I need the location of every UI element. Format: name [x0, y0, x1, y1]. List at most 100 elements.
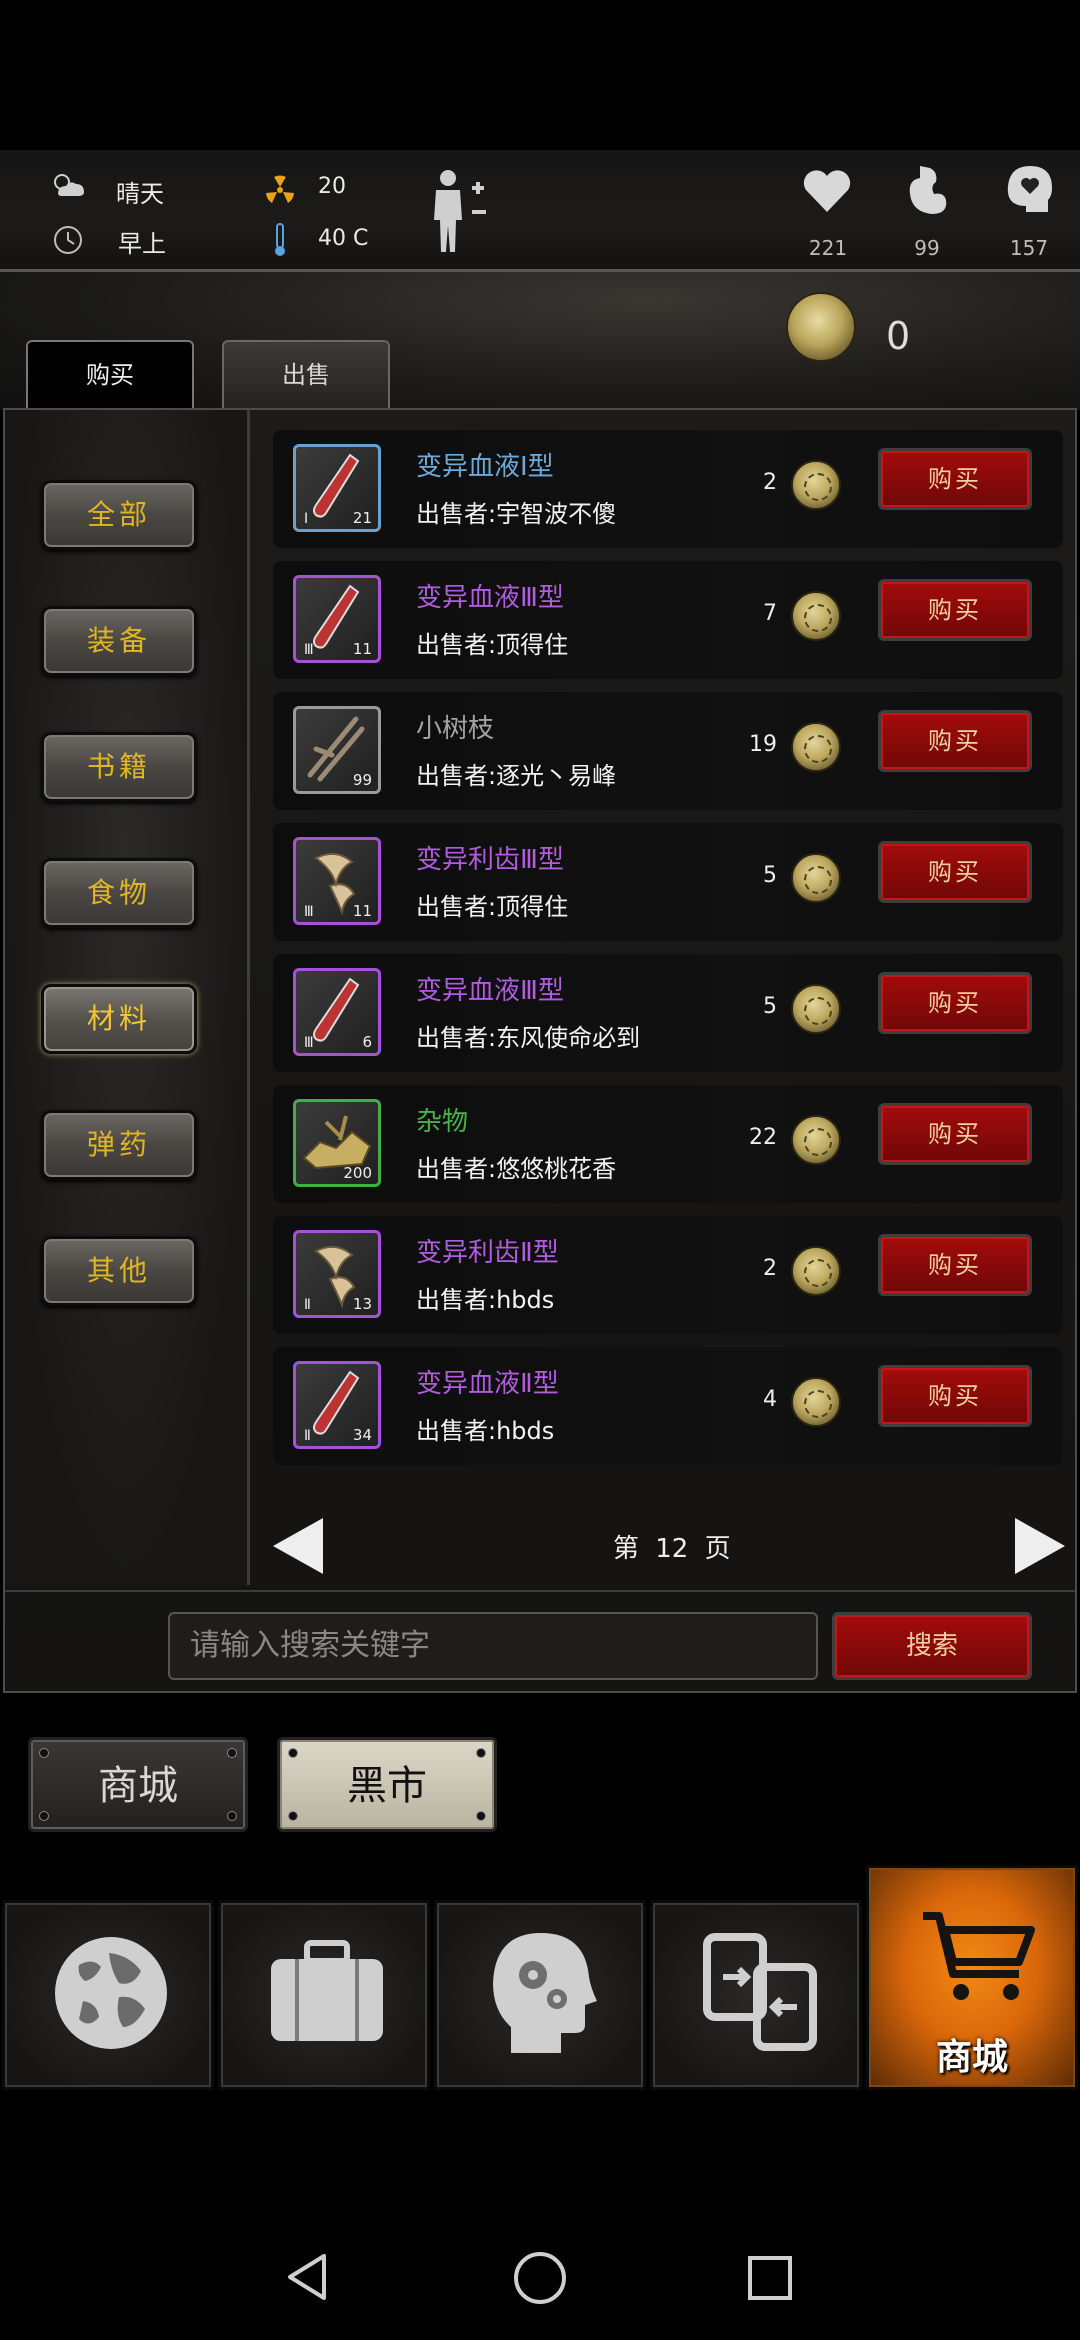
item-seller: 出售者:hbds — [416, 1286, 555, 1314]
item-thumbnail: Ⅲ 6 — [293, 968, 381, 1056]
item-price: 2 — [763, 1256, 777, 1281]
item-seller: 出售者:宇智波不傻 — [416, 500, 617, 528]
item-quantity: 21 — [352, 509, 372, 527]
pagination: 第 12 页 — [273, 1508, 1065, 1578]
buy-button[interactable]: 购买 — [878, 1234, 1032, 1296]
black-market-label: 黑市 — [347, 1763, 427, 1809]
nav-world-map[interactable] — [2, 1900, 214, 2090]
globe-icon — [55, 1937, 167, 2049]
nav-shop[interactable]: 商城 — [866, 1865, 1078, 2090]
item-seller: 出售者:hbds — [416, 1417, 555, 1445]
search-button[interactable]: 搜索 — [832, 1612, 1032, 1680]
tab-sell[interactable]: 出售 — [222, 340, 390, 410]
bottle-cap-coin-icon — [791, 722, 841, 772]
item-quantity: 13 — [352, 1295, 372, 1313]
item-quantity: 200 — [343, 1164, 372, 1182]
item-thumbnail: Ⅲ 11 — [293, 837, 381, 925]
search-input[interactable]: 请输入搜索关键字 — [168, 1612, 818, 1680]
item-tier: Ⅰ — [304, 511, 309, 527]
category-other[interactable]: 其他 — [41, 1236, 197, 1306]
item-tier: Ⅱ — [304, 1297, 311, 1313]
item-name: 变异血液Ⅲ型 — [416, 976, 564, 1006]
buy-button[interactable]: 购买 — [878, 579, 1032, 641]
thermometer-icon — [275, 223, 285, 256]
partly-sunny-icon — [54, 174, 84, 196]
item-name: 变异血液Ⅱ型 — [416, 1369, 559, 1399]
item-price: 4 — [763, 1387, 777, 1412]
recents-icon[interactable] — [746, 2254, 794, 2302]
system-navigation — [0, 2200, 1080, 2340]
black-market-button[interactable]: 黑市 — [277, 1737, 497, 1832]
clock-icon — [54, 226, 82, 254]
buy-button[interactable]: 购买 — [878, 448, 1032, 510]
item-name: 小树枝 — [416, 714, 495, 744]
category-materials[interactable]: 材料 — [41, 984, 197, 1054]
head-heart-icon — [1007, 166, 1052, 212]
item-quantity: 99 — [352, 771, 372, 789]
buy-button[interactable]: 购买 — [878, 710, 1032, 772]
body-status-icon[interactable] — [428, 168, 498, 254]
buy-button[interactable]: 购买 — [878, 1103, 1032, 1165]
list-item[interactable]: 200 杂物 出售者:悠悠桃花香 22 购买 — [273, 1085, 1063, 1203]
health-value: 221 — [808, 236, 848, 260]
bottom-navigation: 商城 — [0, 1865, 1080, 2090]
back-icon[interactable] — [284, 2252, 328, 2302]
home-icon[interactable] — [512, 2250, 568, 2306]
page-indicator: 第 12 页 — [613, 1534, 731, 1564]
nav-inventory[interactable] — [218, 1900, 430, 2090]
head-gears-icon — [493, 1933, 597, 2053]
list-item[interactable]: Ⅲ 6 变异血液Ⅲ型 出售者:东风使命必到 5 购买 — [273, 954, 1063, 1072]
category-books[interactable]: 书籍 — [41, 732, 197, 802]
bottle-cap-coin-icon — [791, 853, 841, 903]
list-item[interactable]: Ⅲ 11 变异血液Ⅲ型 出售者:顶得住 7 购买 — [273, 561, 1063, 679]
item-seller: 出售者:逐光丶易峰 — [416, 762, 617, 790]
time-label: 早上 — [118, 230, 166, 258]
search-bar: 请输入搜索关键字 搜索 — [5, 1590, 1075, 1690]
shopping-cart-icon — [923, 1912, 1035, 2000]
nav-shop-label: 商城 — [935, 2037, 1008, 2078]
item-seller: 出售者:顶得住 — [416, 893, 569, 921]
item-name: 变异利齿Ⅲ型 — [416, 845, 564, 875]
buy-button[interactable]: 购买 — [878, 972, 1032, 1034]
next-page-arrow-icon[interactable] — [1015, 1518, 1065, 1574]
bottle-cap-coin-icon — [791, 984, 841, 1034]
tab-buy[interactable]: 购买 — [26, 340, 194, 410]
list-item[interactable]: Ⅰ 21 变异血液Ⅰ型 出售者:宇智波不傻 2 购买 — [273, 430, 1063, 548]
category-all[interactable]: 全部 — [41, 480, 197, 550]
item-quantity: 34 — [352, 1426, 372, 1444]
item-name: 变异血液Ⅲ型 — [416, 583, 564, 613]
buy-button[interactable]: 购买 — [878, 841, 1032, 903]
shop-mode-label: 商城 — [98, 1763, 178, 1809]
shop-mode-button[interactable]: 商城 — [28, 1737, 248, 1832]
heart-icon — [803, 170, 851, 212]
nav-exchange[interactable] — [650, 1900, 862, 2090]
item-price: 5 — [763, 863, 777, 888]
bottle-cap-coin-icon — [786, 292, 856, 362]
exchange-icon — [703, 1933, 817, 2051]
item-thumbnail: Ⅱ 34 — [293, 1361, 381, 1449]
item-thumbnail: Ⅱ 13 — [293, 1230, 381, 1318]
radiation-icon — [266, 175, 294, 203]
item-thumbnail: Ⅲ 11 — [293, 575, 381, 663]
list-item[interactable]: Ⅱ 34 变异血液Ⅱ型 出售者:hbds 4 购买 — [273, 1347, 1063, 1465]
hunger-value: 99 — [914, 236, 940, 260]
bottle-cap-coin-icon — [791, 591, 841, 641]
list-item[interactable]: Ⅲ 11 变异利齿Ⅲ型 出售者:顶得住 5 购买 — [273, 823, 1063, 941]
market-panel: 全部 装备 书籍 食物 材料 弹药 其他 Ⅰ 21 变异血液Ⅰ型 出售者:宇智波… — [3, 408, 1077, 1693]
category-food[interactable]: 食物 — [41, 858, 197, 928]
buy-button[interactable]: 购买 — [878, 1365, 1032, 1427]
category-equipment[interactable]: 装备 — [41, 606, 197, 676]
list-item[interactable]: Ⅱ 13 变异利齿Ⅱ型 出售者:hbds 2 购买 — [273, 1216, 1063, 1334]
temperature-value: 40 C — [318, 226, 369, 251]
nav-skills[interactable] — [434, 1900, 646, 2090]
item-tier: Ⅲ — [304, 1035, 314, 1051]
category-ammo[interactable]: 弹药 — [41, 1110, 197, 1180]
item-thumbnail: 200 — [293, 1099, 381, 1187]
item-name: 变异血液Ⅰ型 — [416, 452, 554, 482]
item-tier: Ⅱ — [304, 1428, 311, 1444]
prev-page-arrow-icon[interactable] — [273, 1518, 323, 1574]
weather-label: 晴天 — [116, 180, 164, 208]
list-item[interactable]: 99 小树枝 出售者:逐光丶易峰 19 购买 — [273, 692, 1063, 810]
category-sidebar: 全部 装备 书籍 食物 材料 弹药 其他 — [5, 410, 250, 1585]
item-price: 22 — [749, 1125, 777, 1150]
